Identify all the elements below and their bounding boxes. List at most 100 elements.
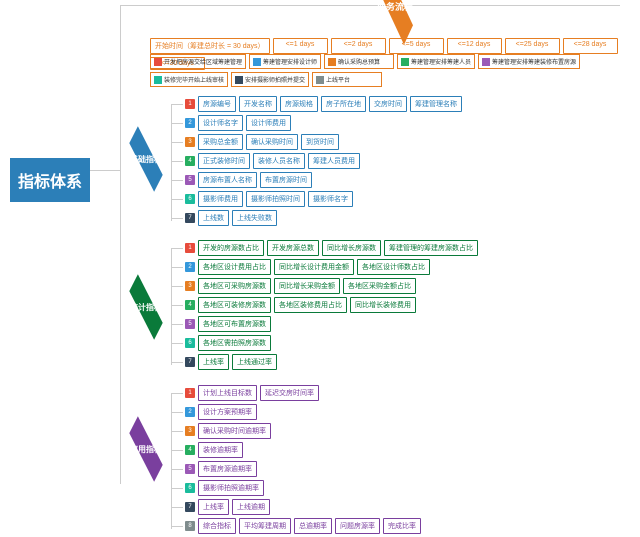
indicator-box: 计划上线目标数 xyxy=(198,385,257,401)
row-number-badge: 3 xyxy=(185,426,195,436)
row-number-badge: 1 xyxy=(185,388,195,398)
timeline-header-box: <=1 days xyxy=(273,38,328,54)
indicator-row: 1计划上线目标数延迟交房时间率 xyxy=(185,385,421,401)
vertical-connector xyxy=(120,5,121,484)
timeline-item-label: 装修完毕开始上线审核 xyxy=(164,75,224,84)
indicator-box: 各地区设计费用占比 xyxy=(198,259,271,275)
timeline-item-label: 开发把房源交给区域筹建管理 xyxy=(164,57,242,66)
indicator-box: 同比增长采购金额 xyxy=(274,278,340,294)
row-number-badge: 5 xyxy=(185,175,195,185)
diamond-basic: 基础指标 xyxy=(120,150,172,168)
timeline-items-row: 开发把房源交给区域筹建管理筹建管理安排设计师 确认采购总预算 筹建管理安排筹建人员 筹… xyxy=(150,54,630,87)
step-badge xyxy=(482,58,490,66)
row-number-badge: 8 xyxy=(185,521,195,531)
indicator-box: 交房时间 xyxy=(369,96,407,112)
step-badge xyxy=(401,58,409,66)
indicator-box: 摄影师拍照时间 xyxy=(246,191,305,207)
top-diamond: 业务流程 xyxy=(365,0,425,16)
indicator-box: 确认采购时间 xyxy=(246,134,298,150)
step-badge xyxy=(328,58,336,66)
indicator-box: 上线通过率 xyxy=(232,354,277,370)
timeline-item-box: 安排摄影师拍照并提交 xyxy=(231,72,309,87)
category-basic: 基础指标 xyxy=(120,150,172,168)
rline xyxy=(171,393,172,529)
indicator-box: 筹建人员费用 xyxy=(308,153,360,169)
indicator-box: 各地区装修费用占比 xyxy=(274,297,347,313)
indicator-row: 8综合指标平均筹建周期总逾期率问题房源率完成比率 xyxy=(185,518,421,534)
rline xyxy=(171,248,172,365)
timeline-item-box: 筹建管理安排筹建人员 xyxy=(397,54,475,69)
step-badge xyxy=(154,76,162,84)
row-number-badge: 6 xyxy=(185,338,195,348)
indicator-box: 筹建管理的筹建房源数占比 xyxy=(384,240,478,256)
indicator-box: 各地区可采购房源数 xyxy=(198,278,271,294)
indicator-box: 设计方案预期率 xyxy=(198,404,257,420)
rows-basic: 1房源编号开发名称房源规格房子所在地交房时间筹建管理名称 2设计师名字设计师费用 3… xyxy=(185,96,462,229)
indicator-box: 布置房源逾期率 xyxy=(198,461,257,477)
indicator-box: 房源布置人名称 xyxy=(198,172,257,188)
timeline-item-label: 确认采购总预算 xyxy=(338,57,380,66)
indicator-box: 各地区可装修房源数 xyxy=(198,297,271,313)
indicator-box: 摄影师费用 xyxy=(198,191,243,207)
row-number-badge: 3 xyxy=(185,281,195,291)
row-number-badge: 7 xyxy=(185,502,195,512)
indicator-row: 7上线数上线失败数 xyxy=(185,210,462,226)
row-number-badge: 6 xyxy=(185,483,195,493)
indicator-row: 3确认采购时间逾期率 xyxy=(185,423,421,439)
timeline-item-label: 筹建管理安排筹建装修布置房源 xyxy=(492,57,576,66)
step-badge xyxy=(154,58,162,66)
rows-stats: 1开发的房源数占比开发房源总数同比增长房源数筹建管理的筹建房源数占比2各地区设计… xyxy=(185,240,478,373)
indicator-box: 摄影师名字 xyxy=(308,191,353,207)
row-number-badge: 3 xyxy=(185,137,195,147)
indicator-box: 筹建管理名称 xyxy=(410,96,462,112)
row-number-badge: 2 xyxy=(185,118,195,128)
indicator-box: 各地区可布置房源数 xyxy=(198,316,271,332)
indicator-row: 3采购总金额确认采购时间到货时间 xyxy=(185,134,462,150)
indicator-row: 6摄影师拍照逾期率 xyxy=(185,480,421,496)
indicator-row: 7上线率上线逾期 xyxy=(185,499,421,515)
row-number-badge: 2 xyxy=(185,407,195,417)
step-badge xyxy=(316,76,324,84)
indicator-box: 到货时间 xyxy=(301,134,339,150)
indicator-box: 开发的房源数占比 xyxy=(198,240,264,256)
indicator-box: 确认采购时间逾期率 xyxy=(198,423,271,439)
row-number-badge: 4 xyxy=(185,300,195,310)
indicator-box: 同比增长设计费用金额 xyxy=(274,259,354,275)
timeline-header-box: <=12 days xyxy=(447,38,502,54)
indicator-box: 总逾期率 xyxy=(294,518,332,534)
rows-app: 1计划上线目标数延迟交房时间率2设计方案预期率3确认采购时间逾期率4装修逾期率5… xyxy=(185,385,421,537)
timeline-header-box: <=25 days xyxy=(505,38,560,54)
indicator-box: 上线数 xyxy=(198,210,229,226)
indicator-box: 上线率 xyxy=(198,499,229,515)
indicator-box: 采购总金额 xyxy=(198,134,243,150)
indicator-box: 各地区采购金额占比 xyxy=(343,278,416,294)
indicator-box: 房源规格 xyxy=(280,96,318,112)
category-app: 应用指标 xyxy=(120,440,172,458)
indicator-row: 2设计师名字设计师费用 xyxy=(185,115,462,131)
indicator-box: 平均筹建周期 xyxy=(239,518,291,534)
step-badge xyxy=(235,76,243,84)
timeline-header-box: <=28 days xyxy=(563,38,618,54)
row-number-badge: 5 xyxy=(185,319,195,329)
indicator-row: 6摄影师费用摄影师拍照时间摄影师名字 xyxy=(185,191,462,207)
indicator-box: 装修逾期率 xyxy=(198,442,243,458)
diamond-stats: 统计指标 xyxy=(120,298,172,316)
indicator-box: 房子所在地 xyxy=(321,96,366,112)
indicator-box: 综合指标 xyxy=(198,518,236,534)
root-connector xyxy=(90,170,120,171)
indicator-box: 问题房源率 xyxy=(335,518,380,534)
indicator-box: 各地区设计师数占比 xyxy=(357,259,430,275)
indicator-box: 设计师费用 xyxy=(246,115,291,131)
indicator-box: 上线逾期 xyxy=(232,499,270,515)
timeline-item-box: 开发把房源交给区域筹建管理 xyxy=(150,54,246,69)
indicator-row: 6各地区需拍照房源数 xyxy=(185,335,478,351)
category-stats: 统计指标 xyxy=(120,298,172,316)
timeline-item-box: 筹建管理安排设计师 xyxy=(249,54,321,69)
diamond-app: 应用指标 xyxy=(120,440,172,458)
timeline-header-box: 开始时间（筹建总时长 = 30 days） xyxy=(150,38,270,54)
timeline-item-label: 上线平台 xyxy=(326,75,350,84)
indicator-row: 2设计方案预期率 xyxy=(185,404,421,420)
indicator-row: 1房源编号开发名称房源规格房子所在地交房时间筹建管理名称 xyxy=(185,96,462,112)
timeline-item-box: 装修完毕开始上线审核 xyxy=(150,72,228,87)
row-number-badge: 4 xyxy=(185,445,195,455)
